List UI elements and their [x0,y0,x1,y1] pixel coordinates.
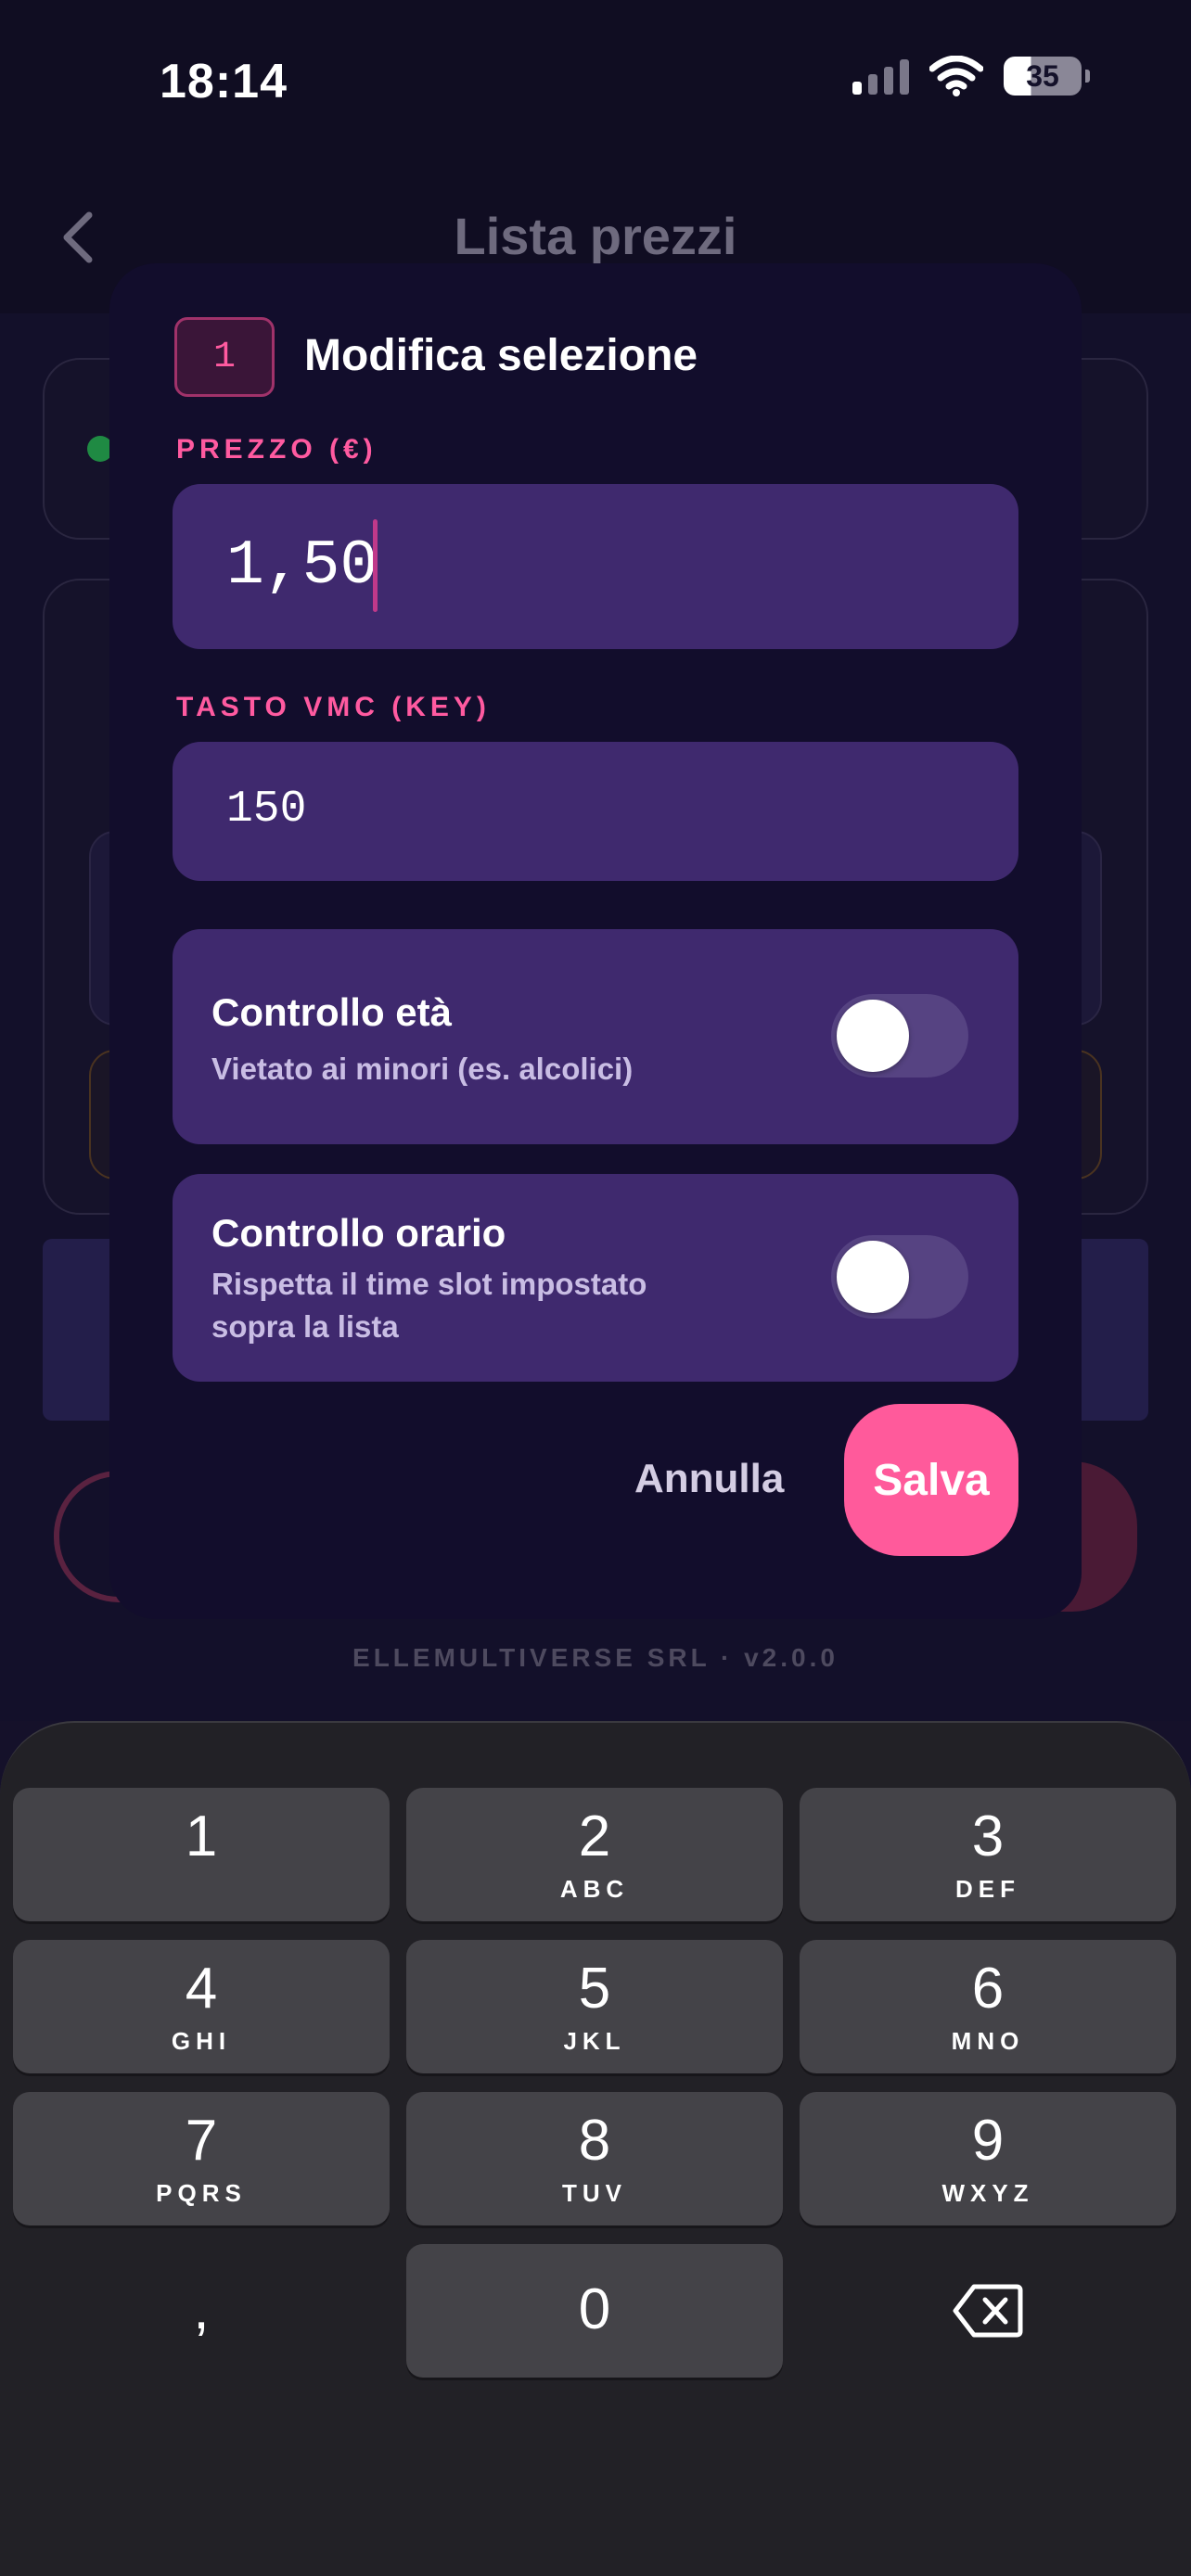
toggle-knob [837,1000,909,1072]
key-6[interactable]: 6 MNO [800,1940,1176,2073]
time-control-row: Controllo orario Rispetta il time slot i… [173,1174,1018,1382]
status-icons: 35 [852,56,1090,96]
backspace-icon [953,2284,1023,2338]
modal-title: Modifica selezione [304,331,698,380]
time-control-toggle[interactable] [831,1235,968,1319]
vmc-key-label: TASTO VMC (KEY) [176,692,491,722]
edit-selection-modal: 1 Modifica selezione PREZZO (€) 1,50 TAS… [109,263,1082,1619]
cellular-signal-icon [852,57,909,95]
toggle-knob [837,1241,909,1313]
status-bar: 18:14 35 [0,0,1191,163]
battery-icon: 35 [1004,57,1090,96]
key-digit: 1 [185,1804,218,1868]
price-input[interactable]: 1,50 [173,484,1018,649]
key-letters: TUV [562,2179,627,2207]
key-0[interactable]: 0 [406,2244,783,2378]
numeric-keyboard: 1 2 ABC 3 DEF 4 GHI 5 JKL 6 MNO 7 PQRS 8 TUV 9 W… [0,1721,1191,2576]
key-letters: WXYZ [941,2179,1034,2207]
age-control-description: Vietato ai minori (es. alcolici) [211,1052,634,1086]
vmc-key-value: 150 [226,784,307,835]
save-button[interactable]: Salva [844,1404,1018,1556]
key-8[interactable]: 8 TUV [406,2092,783,2225]
key-digit: 3 [971,1804,1005,1868]
time-control-description: Rispetta il time slot impostato sopra la… [211,1267,647,1344]
key-digit: 0 [578,2277,611,2341]
key-digit: 2 [578,1804,611,1868]
age-control-title: Controllo età [211,990,452,1034]
status-time: 18:14 [160,55,288,108]
key-digit: , [193,2277,210,2341]
key-5[interactable]: 5 JKL [406,1940,783,2073]
page-title: Lista prezzi [454,207,737,265]
price-value: 1,50 [226,530,378,602]
key-2[interactable]: 2 ABC [406,1788,783,1921]
key-digit: 8 [578,2109,611,2173]
delete-key[interactable] [800,2244,1176,2378]
key-1[interactable]: 1 [13,1788,390,1921]
key-digit: 5 [578,1957,611,2021]
key-letters: DEF [955,1875,1020,1903]
key-digit: 6 [971,1957,1005,2021]
key-digit: 4 [185,1957,218,2021]
key-letters: MNO [951,2027,1025,2055]
key-decimal-comma[interactable]: , [13,2244,390,2378]
key-letters: PQRS [156,2179,247,2207]
vmc-key-input[interactable]: 150 [173,742,1018,881]
key-letters: ABC [559,1875,630,1903]
wifi-icon [929,56,983,96]
battery-level: 35 [1026,58,1059,93]
key-4[interactable]: 4 GHI [13,1940,390,2073]
key-digit: 9 [971,2109,1005,2173]
key-7[interactable]: 7 PQRS [13,2092,390,2225]
time-control-title: Controllo orario [211,1211,506,1255]
key-9[interactable]: 9 WXYZ [800,2092,1176,2225]
key-letters: JKL [563,2027,626,2055]
key-letters: GHI [171,2027,232,2055]
key-3[interactable]: 3 DEF [800,1788,1176,1921]
price-label: PREZZO (€) [176,434,378,465]
age-control-row: Controllo età Vietato ai minori (es. alc… [173,929,1018,1144]
age-control-toggle[interactable] [831,994,968,1078]
text-caret [373,519,378,612]
key-digit: 7 [185,2109,218,2173]
selection-badge: 1 [174,317,275,397]
cancel-button[interactable]: Annulla [634,1456,784,1502]
footer-text: ELLEMULTIVERSE SRL · v2.0.0 [352,1643,839,1672]
